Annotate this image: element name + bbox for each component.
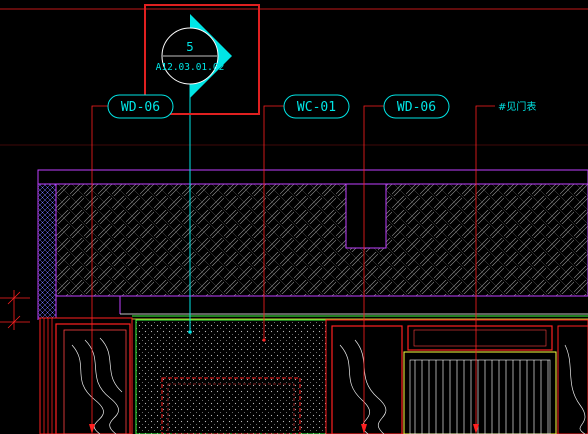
ceiling-slab bbox=[37, 169, 588, 320]
tag-label: WC-01 bbox=[297, 100, 336, 115]
section-symbol[interactable]: 5 A12.03.01.02 bbox=[156, 14, 232, 98]
cad-drawing-canvas[interactable]: 5 A12.03.01.02 WD-06 WC-01 WD-06 #见门表 bbox=[0, 0, 588, 434]
material-tag-wd06-left[interactable]: WD-06 bbox=[107, 94, 174, 119]
dimension-marks bbox=[0, 290, 30, 330]
right-door-frame bbox=[325, 319, 588, 434]
material-tag-wc01[interactable]: WC-01 bbox=[283, 94, 350, 119]
tag-label: WD-06 bbox=[397, 100, 436, 115]
left-door-frame bbox=[39, 317, 133, 434]
door-schedule-note[interactable]: #见门表 bbox=[498, 100, 536, 113]
section-number: 5 bbox=[186, 40, 194, 54]
material-tag-wd06-right[interactable]: WD-06 bbox=[383, 94, 450, 119]
tag-label: WD-06 bbox=[121, 100, 160, 115]
section-reference: A12.03.01.02 bbox=[156, 62, 225, 73]
